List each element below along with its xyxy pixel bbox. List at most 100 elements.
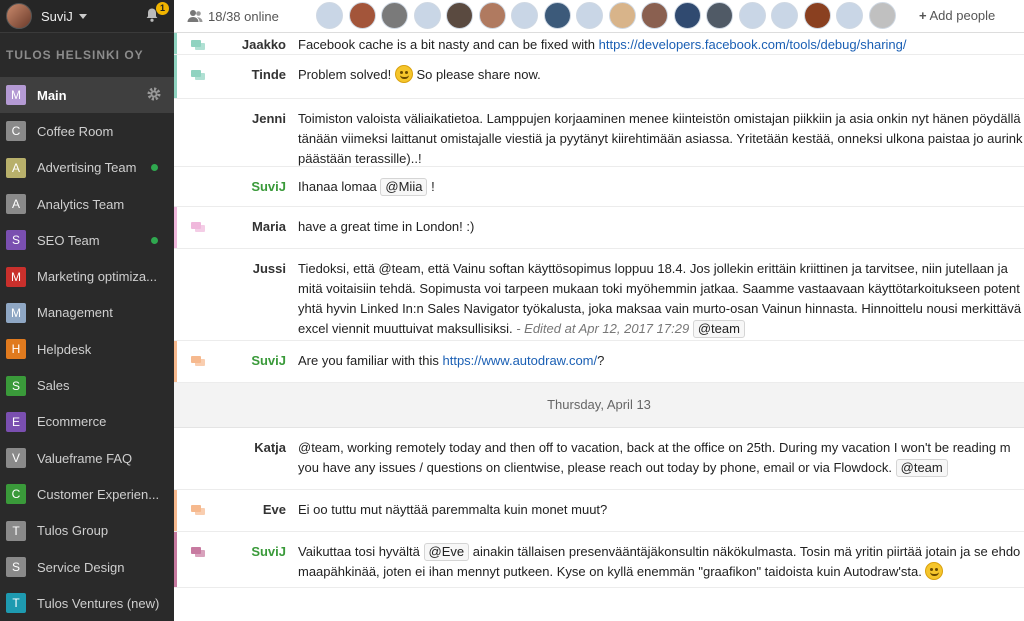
chevron-down-icon[interactable] <box>78 13 87 19</box>
day-divider: Thursday, April 13 <box>174 383 1024 428</box>
user-avatar[interactable] <box>348 2 376 29</box>
flow-letter-icon: T <box>6 593 26 614</box>
sidebar-flow-item[interactable]: E Ecommerce <box>0 404 174 440</box>
flow-list: M Main C Coffee Room A Advertising Team A Analy… <box>0 77 174 621</box>
sidebar-flow-item[interactable]: A Analytics Team <box>0 186 174 222</box>
flow-letter-icon: E <box>6 411 26 432</box>
plus-icon: + <box>919 8 927 23</box>
message-author[interactable]: Maria <box>252 219 286 234</box>
add-people-button[interactable]: + Add people <box>919 8 995 23</box>
user-avatar[interactable] <box>381 2 408 29</box>
sidebar-flow-item[interactable]: S Service Design <box>0 549 174 585</box>
message-row: SuviJ Vaikuttaa tosi hyvältä @Eve ainakin… <box>174 532 1024 588</box>
flow-color-bar <box>174 532 177 587</box>
flow-label: Valueframe FAQ <box>37 450 133 466</box>
chat-bubble-icon <box>191 547 205 557</box>
flow-label: Tulos Ventures (new) <box>37 595 160 611</box>
user-avatar[interactable] <box>771 2 798 29</box>
user-avatar[interactable] <box>836 2 863 29</box>
sidebar-flow-item[interactable]: A Advertising Team <box>0 150 174 186</box>
message-row: Katja @team, working remotely today and t… <box>174 428 1024 490</box>
smiley-emoji-icon <box>394 65 413 83</box>
sidebar-flow-item[interactable]: M Marketing optimiza... <box>0 258 174 294</box>
message-author[interactable]: Katja <box>254 440 286 455</box>
message-row: Jenni Toimiston valoista väliaikatietoa. … <box>174 99 1024 167</box>
chat-bubble-icon <box>191 40 205 50</box>
flow-label: Ecommerce <box>37 414 107 430</box>
sidebar-flow-item[interactable]: M Management <box>0 295 174 331</box>
message-author[interactable]: Jaakko <box>242 37 286 52</box>
flow-label: Service Design <box>37 559 125 575</box>
user-avatar[interactable] <box>446 2 473 29</box>
mention-tag[interactable]: @team <box>692 320 745 338</box>
message-link[interactable]: https://developers.facebook.com/tools/de… <box>599 37 907 52</box>
mention-tag[interactable]: @team <box>895 459 948 477</box>
notification-badge: 1 <box>156 2 169 15</box>
sidebar-flow-item[interactable]: M Main <box>0 77 174 114</box>
user-avatar[interactable] <box>511 2 538 29</box>
user-avatar[interactable] <box>803 2 831 29</box>
sidebar-flow-item[interactable]: T Tulos Group <box>0 513 174 549</box>
user-avatar[interactable] <box>608 2 636 29</box>
message-row: SuviJ Ihanaa lomaa @Miia ! <box>174 167 1024 207</box>
message-text: Vaikuttaa tosi hyvältä @Eve ainakin täll… <box>298 543 1021 580</box>
mention-tag[interactable]: @Miia <box>380 178 428 196</box>
flow-letter-icon: V <box>6 448 26 469</box>
message-link[interactable]: https://www.autodraw.com/ <box>443 353 598 368</box>
flow-letter-icon: T <box>6 520 26 541</box>
message-row: Jussi Tiedoksi, että @team, että Vainu so… <box>174 249 1024 341</box>
sidebar-flow-item[interactable]: C Customer Experien... <box>0 476 174 512</box>
message-author[interactable]: SuviJ <box>251 353 286 368</box>
message-text: @team, working remotely today and then o… <box>298 440 1011 477</box>
user-avatar[interactable] <box>641 2 668 29</box>
gear-icon[interactable] <box>146 86 162 102</box>
flow-label: Coffee Room <box>37 123 114 139</box>
message-author[interactable]: Jussi <box>253 261 286 276</box>
chat-bubble-icon <box>191 222 205 232</box>
flow-label: Tulos Group <box>37 523 109 539</box>
flow-letter-icon: A <box>6 194 26 215</box>
sidebar-flow-item[interactable]: C Coffee Room <box>0 113 174 149</box>
user-avatar[interactable] <box>316 2 343 29</box>
user-avatar[interactable] <box>738 2 766 29</box>
user-avatar[interactable] <box>543 2 571 29</box>
flow-letter-icon: C <box>6 121 26 142</box>
message-author[interactable]: SuviJ <box>251 544 286 559</box>
sidebar-flow-item[interactable]: S Sales <box>0 367 174 403</box>
flow-label: SEO Team <box>37 232 100 248</box>
user-avatar[interactable] <box>706 2 733 29</box>
chat-bubble-icon <box>191 70 205 80</box>
message-text: Ihanaa lomaa @Miia ! <box>298 178 435 196</box>
message-author[interactable]: Jenni <box>252 111 286 126</box>
online-count[interactable]: 18/38 online <box>208 9 279 24</box>
online-avatars <box>316 2 901 29</box>
flow-color-bar <box>174 55 177 98</box>
message-author[interactable]: SuviJ <box>251 179 286 194</box>
user-avatar[interactable] <box>6 3 32 29</box>
sidebar-flow-item[interactable]: H Helpdesk <box>0 331 174 367</box>
flow-letter-icon: A <box>6 157 26 178</box>
user-avatar[interactable] <box>868 2 896 29</box>
sidebar-flow-item[interactable]: V Valueframe FAQ <box>0 440 174 476</box>
flow-letter-icon: S <box>6 375 26 396</box>
user-avatar[interactable] <box>673 2 701 29</box>
flow-color-bar <box>174 341 177 382</box>
flow-label: Helpdesk <box>37 341 92 357</box>
add-people-label: Add people <box>929 8 996 23</box>
flow-letter-icon: H <box>6 339 26 360</box>
message-row: SuviJ Are you familiar with this https://… <box>174 341 1024 383</box>
message-author[interactable]: Tinde <box>252 67 286 82</box>
flow-letter-icon: S <box>6 557 26 577</box>
mention-tag[interactable]: @Eve <box>423 543 470 561</box>
flow-label: Customer Experien... <box>37 486 160 502</box>
user-name[interactable]: SuviJ <box>41 9 73 24</box>
flow-label: Sales <box>37 378 70 394</box>
user-avatar[interactable] <box>413 2 441 29</box>
sidebar-flow-item[interactable]: T Tulos Ventures (new) <box>0 585 174 621</box>
user-avatar[interactable] <box>576 2 603 29</box>
message-author[interactable]: Eve <box>263 502 286 517</box>
message-row: Jaakko Facebook cache is a bit nasty and … <box>174 33 1024 55</box>
flow-letter-icon: M <box>6 302 26 323</box>
user-avatar[interactable] <box>478 2 506 29</box>
sidebar-flow-item[interactable]: S SEO Team <box>0 222 174 258</box>
